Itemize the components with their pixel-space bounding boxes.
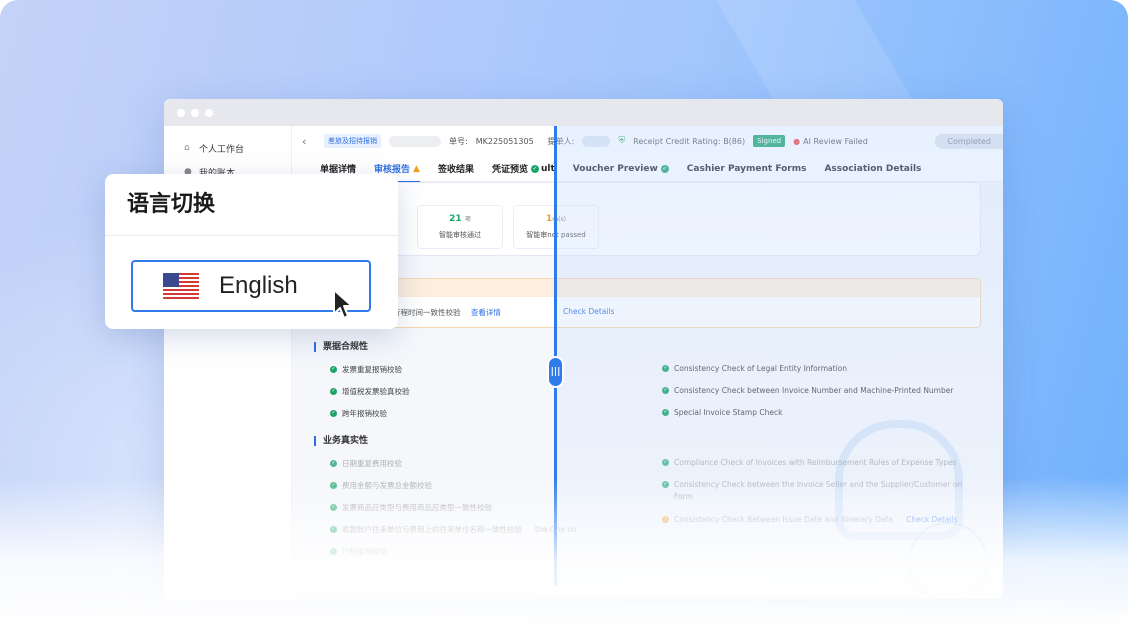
failed-check-alert: 差报销单行程时间一致性校验 查看详情 Check Details [302, 278, 981, 328]
failed-label-cn: 智能审 [526, 231, 548, 239]
stat-passed: 21 项 智能审核通过 [417, 205, 503, 249]
stamp-watermark-icon [908, 522, 988, 602]
home-icon: ⌂ [184, 142, 190, 153]
check-label: 跨年报销校验 [342, 409, 387, 418]
tab-cashier-payment[interactable]: Cashier Payment Forms [687, 164, 807, 174]
check-item: ✓ 行程报销校验 [330, 546, 387, 557]
window-dot-close[interactable] [177, 108, 185, 117]
us-flag-icon [163, 273, 199, 299]
redacted-submitter [582, 135, 611, 147]
mouse-cursor-icon [333, 289, 353, 319]
compare-slider-handle[interactable]: ||| [547, 356, 564, 388]
alert-header [303, 279, 980, 297]
submitter-label: 提单人: [547, 136, 575, 146]
window-titlebar [164, 99, 1003, 126]
ai-review-status: AI Review Failed [803, 136, 868, 146]
check-circle-icon: ✓ [330, 410, 337, 417]
check-circle-icon: ✓ [530, 164, 539, 173]
back-arrow-icon[interactable]: ‹ [302, 135, 316, 148]
popup-title: 语言切换 [105, 174, 398, 236]
check-item: ✓ Special Invoice Stamp Check [662, 408, 782, 417]
shield-icon: ⛨ [618, 136, 626, 146]
sidebar-item-workbench[interactable]: ⌂ 个人工作台 [164, 136, 291, 160]
language-label: English [219, 272, 298, 299]
section-invoice-compliance: 票据合规性 [314, 342, 368, 352]
check-circle-icon: ✓ [330, 482, 337, 489]
check-circle-icon: ✓ [330, 548, 337, 555]
tab-receipt-result[interactable]: 签收结果 [438, 162, 474, 175]
check-item: ✓ 日期重复费用校验 [330, 458, 402, 469]
check-circle-icon: ✓ [662, 481, 669, 488]
status-dot-icon: ● [793, 136, 801, 146]
check-label: Form [674, 492, 693, 501]
check-item: ✓ 增值税发票验真校验 [330, 386, 410, 397]
check-label: 收款账户往来单位与费用上的往来单位名称一致性校验 [342, 525, 522, 534]
category-tag: 差旅及招待报销 [324, 134, 381, 148]
summary-card: 21 项 智能审核通过 1m(s) 智能审not passed [302, 182, 981, 256]
check-label: Consistency Check of Legal Entity Inform… [674, 364, 847, 373]
passed-label: 智能审核通过 [439, 231, 481, 239]
tab-voucher-preview-cn[interactable]: 凭证预览 ✓ [492, 162, 539, 175]
doc-number: MK225051305 [475, 136, 534, 146]
window-dot-minimize[interactable] [191, 108, 199, 117]
sidebar-item-label: 个人工作台 [199, 144, 245, 155]
signed-badge: Signed [753, 135, 786, 147]
credit-rating: Receipt Credit Rating: B(86) [633, 136, 746, 146]
tab-voucher-preview[interactable]: Voucher Preview ✓ [573, 164, 669, 174]
tab-bar: 单据详情 审核报告 ▲ 签收结果 凭证预览 ✓ ult Voucher Previe… [292, 156, 1003, 183]
check-item-continued: Form [674, 492, 693, 501]
view-details-link[interactable]: 查看详情 [471, 308, 501, 317]
section-business-authenticity: 业务真实性 [314, 436, 368, 446]
passed-count: 21 [449, 214, 462, 224]
status-badge: Completed [935, 134, 1003, 149]
check-label: 费用金额与发票总金额校验 [342, 481, 432, 490]
window-dot-maximize[interactable] [205, 108, 213, 117]
check-circle-icon: ✓ [330, 504, 337, 511]
check-item: ✓ Consistency Check between Invoice Numbe… [662, 386, 953, 395]
check-item: ✓ 收款账户往来单位与费用上的往来单位名称一致性校验 the One on [330, 524, 577, 535]
warning-circle-icon: ! [662, 516, 669, 523]
redacted-field [389, 135, 441, 147]
check-label: Special Invoice Stamp Check [674, 408, 783, 417]
warning-icon: ▲ [413, 163, 420, 174]
check-label: 日期重复费用校验 [342, 459, 402, 468]
doc-number-label: 单号: [449, 136, 468, 146]
tab-association-details[interactable]: Association Details [824, 164, 921, 174]
check-label: 行程报销校验 [342, 547, 387, 556]
check-item: ✓ 发票重复报销校验 [330, 364, 402, 375]
check-item: ✓ Consistency Check of Legal Entity Infor… [662, 364, 847, 373]
check-circle-icon: ✓ [660, 164, 669, 173]
check-circle-icon: ✓ [330, 366, 337, 373]
check-circle-icon: ✓ [330, 388, 337, 395]
tab-label: Association Details [824, 163, 922, 174]
check-circle-icon: ✓ [662, 365, 669, 372]
tab-label: 签收结果 [437, 165, 474, 175]
check-label: 发票重复报销校验 [342, 365, 402, 374]
check-item: ✓ 发票商品应类型与费用商品应类型一致性校验 [330, 502, 492, 513]
tab-label: ult [540, 163, 555, 174]
tab-label: 凭证预览 [491, 165, 528, 175]
check-label: Consistency Check between Invoice Number… [674, 386, 954, 395]
tab-label: Voucher Preview [572, 163, 658, 174]
check-details-link[interactable]: Check Details [563, 307, 614, 316]
check-label: 增值税发票验真校验 [342, 387, 410, 396]
check-circle-icon: ✓ [662, 459, 669, 466]
check-label: 发票商品应类型与费用商品应类型一致性校验 [342, 503, 492, 512]
check-item: ✓ 跨年报销校验 [330, 408, 387, 419]
check-circle-icon: ✓ [662, 409, 669, 416]
check-circle-icon: ✓ [330, 526, 337, 533]
check-item: ✓ 费用金额与发票总金额校验 [330, 480, 432, 491]
check-circle-icon: ✓ [662, 387, 669, 394]
doc-header: ‹ 差旅及招待报销 单号: MK225051305 提单人: ⛨ Receipt… [292, 126, 1003, 156]
passed-unit: 项 [464, 216, 471, 223]
tab-result-fragment[interactable]: ult [541, 164, 555, 174]
tab-label: Cashier Payment Forms [686, 163, 807, 174]
check-circle-icon: ✓ [330, 460, 337, 467]
